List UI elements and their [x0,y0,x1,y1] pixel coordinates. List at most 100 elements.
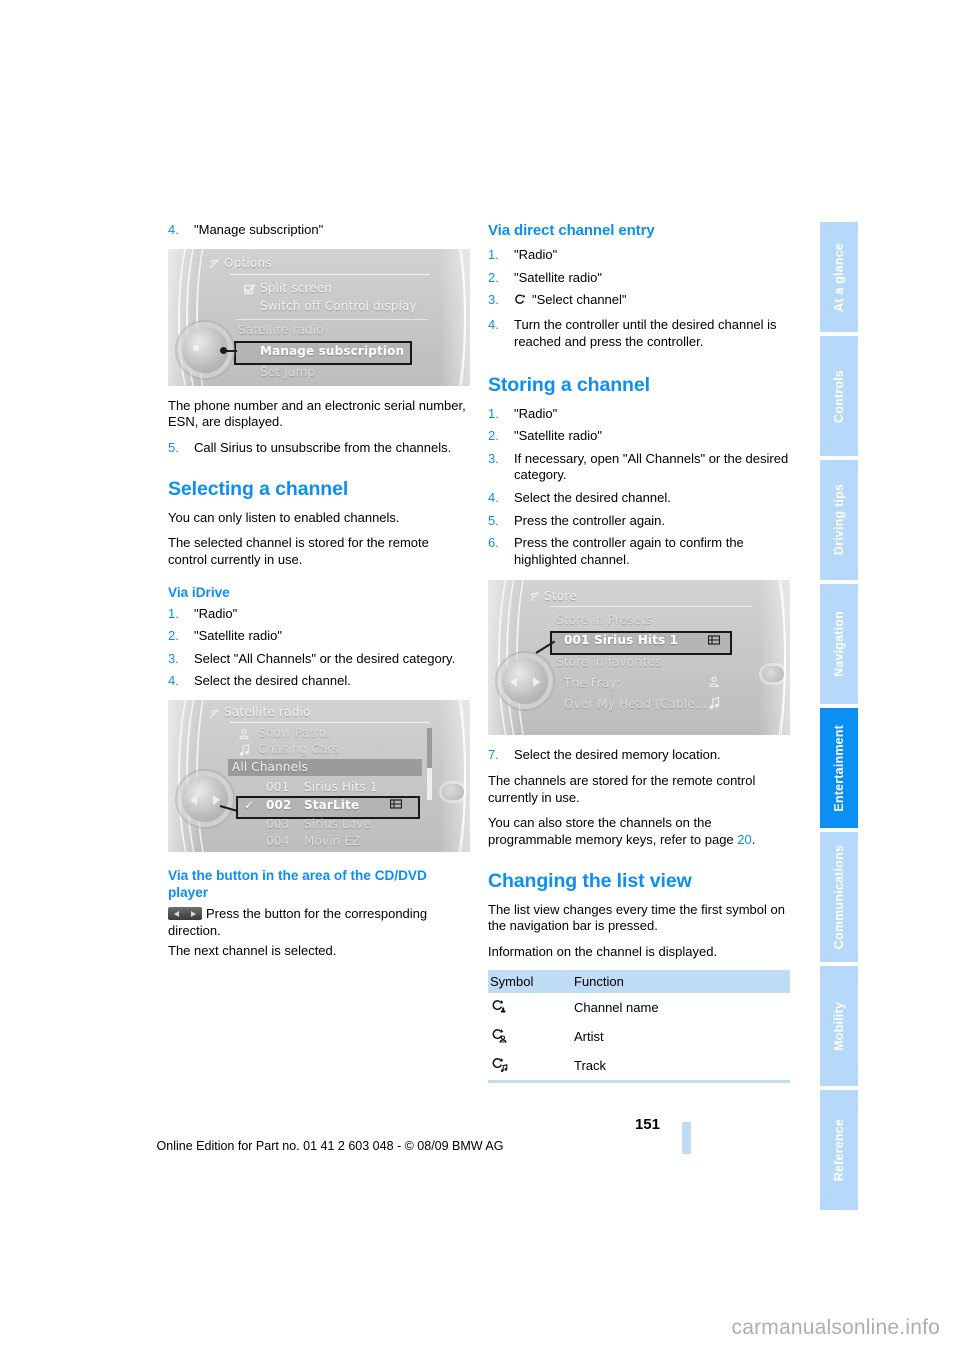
sidebar-tab-entertainment[interactable]: Entertainment [820,708,858,828]
right-text-column: Via direct channel entry 1. "Radio" 2. "Sa… [488,222,790,1083]
sidebar-tab-communications[interactable]: Communications [820,832,858,962]
sidebar-tab-at-a-glance[interactable]: At a glance [820,222,858,332]
seek-buttons-icon[interactable] [168,906,202,920]
heading-via-direct-channel-entry: Via direct channel entry [488,222,655,239]
sidebar-tab-label: Communications [832,844,846,950]
screenshot-title: Store [544,589,577,604]
edition-line: Online Edition for Part no. 01 41 2 603 … [156,1139,504,1153]
step-text: Select the desired channel. [514,490,671,506]
sidebar-tab-controls[interactable]: Controls [820,336,858,456]
list-item: 3. "Select channel" [488,292,790,311]
artist-icon [490,1027,508,1043]
table-row: Artist [488,1022,790,1051]
step-number: 6. [488,535,499,551]
list-item[interactable]: Chasing Cars [258,742,339,756]
step-text: "Satellite radio" [514,269,602,285]
sidebar-tab-label: Controls [832,369,846,423]
channel-number[interactable]: 001 [266,780,289,794]
channel-name[interactable]: Movin EZ [304,834,361,848]
back-button-icon[interactable] [762,666,784,683]
channel-name[interactable]: Sirius Hits 1 [304,780,378,794]
back-button-icon[interactable] [442,783,464,800]
list-item: 7. Select the desired memory location. [488,747,790,764]
list-item[interactable]: Switch off Control display [260,299,417,313]
list-item[interactable]: Split screen [260,281,332,295]
preset-number[interactable]: 001 [564,633,590,647]
sidebar-tab-reference[interactable]: Reference [820,1090,858,1210]
list-item-selected[interactable]: Manage subscription [260,344,404,358]
list-item[interactable]: Satellite radio [238,323,324,337]
function-cell: Channel name [574,999,659,1015]
divider [230,273,430,275]
divider [550,606,752,608]
checkmark-icon: ✓ [244,797,255,812]
sidebar-tab-label: Mobility [832,1001,846,1051]
channel-number[interactable]: 003 [266,817,289,831]
sidebar-tab-label: Driving tips [832,484,846,556]
artist-icon [238,728,250,743]
list-item: 4. Turn the controller until the desired … [488,317,790,350]
step-number: 2. [488,428,499,444]
step-number: 1. [488,247,499,263]
page-reference-link[interactable]: 20 [737,832,751,847]
unsubscribe-step-list: 5. Call Sirius to unsubscribe from the c… [168,440,470,457]
sidebar-tab-label: Reference [832,1118,846,1182]
step-number: 1. [168,605,179,621]
favorite-label[interactable]: Over My Head (Cable... [564,697,707,711]
sidebar-tab-driving-tips[interactable]: Driving tips [820,460,858,580]
heading-via-cd-dvd-button: Via the button in the area of the CD/DVD… [168,867,427,900]
favorites-header: Store in favorites [556,655,662,670]
channel-number[interactable]: 002 [266,798,292,812]
idrive-satellite-radio-screenshot: Satellite radio Snow Patrol Chasing Cars… [168,699,470,852]
channel-number[interactable]: 004 [266,834,289,848]
symbol-cell [488,1050,572,1083]
step-text: "Radio" [194,605,238,621]
channel-name[interactable]: StarLite [304,798,359,812]
step-number: 1. [488,405,499,421]
list-item[interactable]: Set Jump [260,365,315,379]
page-edge-marker [682,1122,691,1154]
step-text: Press the controller again to confirm th… [514,535,744,567]
idrive-options-screenshot: Options Split screen Switch off Control … [168,248,470,386]
sidebar-tab-label: At a glance [832,242,846,312]
press-button-text: Press the button for the corresponding d… [168,905,428,938]
step-text: Turn the controller until the desired ch… [514,317,777,349]
group-header-label[interactable]: All Channels [232,760,308,774]
step-number: 2. [168,628,179,644]
step-text: "Satellite radio" [514,428,602,444]
sidebar-tab-mobility[interactable]: Mobility [820,966,858,1086]
step-number: 5. [488,512,499,528]
memory-keys-text: You can also store the channels on the p… [488,815,738,847]
preset-icon [389,798,403,813]
symbol-function-table: Symbol Function Channel name Artist Trac… [488,969,790,1083]
step-text: "Radio" [514,247,558,263]
table-header-row: Symbol Function [488,969,790,993]
scrollbar-thumb[interactable] [427,727,432,768]
track-icon [490,1056,508,1072]
list-item: 2. "Satellite radio" [488,270,790,287]
idrive-store-screenshot: Store Store in Presets 001 Sirius Hits 1… [488,580,790,736]
idrive-controller-knob[interactable] [182,775,228,822]
paragraph-stored-remote: The selected channel is stored for the r… [168,535,429,567]
section-tab-rail: At a glance Controls Driving tips Naviga… [820,222,858,1210]
list-item: 4. Select the desired channel. [168,673,470,690]
table-row: Channel name [488,993,790,1022]
step-number: 2. [488,269,499,285]
symbol-cell [488,1022,572,1051]
direct-entry-step-list: 1. "Radio" 2. "Satellite radio" 3. "Select… [488,247,790,350]
screenshot-title: Options [224,255,272,270]
sidebar-tab-navigation[interactable]: Navigation [820,584,858,704]
step-number: 5. [168,439,179,455]
paragraph-info-channel: Information on the channel is displayed. [488,943,718,959]
paragraph-channels-stored: The channels are stored for the remote c… [488,772,756,805]
favorite-label[interactable]: The Fray; [564,676,621,690]
heading-storing-a-channel: Storing a channel [488,374,650,397]
list-item: 1. "Radio" [168,606,470,623]
bezel-arc-right [406,248,466,386]
preset-name[interactable]: Sirius Hits 1 [594,633,678,647]
channel-name[interactable]: Sirius Love [304,817,371,831]
list-item: 2. "Satellite radio" [488,428,790,445]
step-text: Call Sirius to unsubscribe from the chan… [194,439,452,455]
list-item[interactable]: Snow Patrol [258,726,330,740]
manage-subscription-step-list: 4. "Manage subscription" [168,222,470,239]
